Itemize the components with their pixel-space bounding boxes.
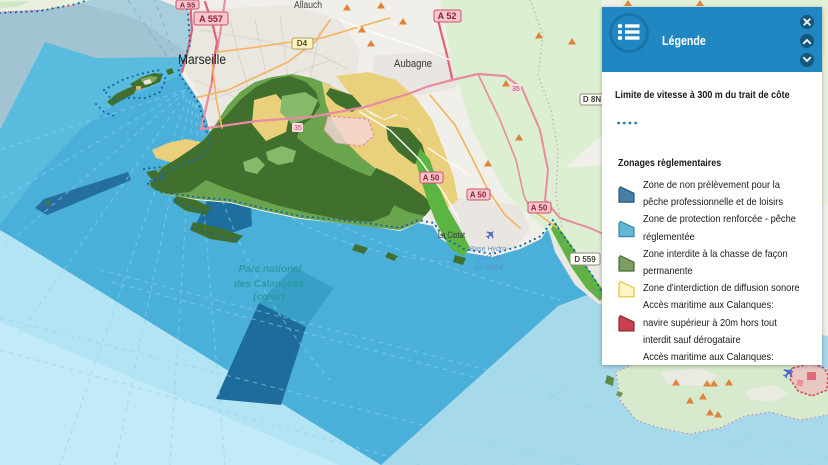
svg-text:Aubagne: Aubagne <box>394 58 432 70</box>
svg-text:A 50: A 50 <box>423 174 440 183</box>
svg-text:35: 35 <box>512 86 520 93</box>
svg-text:ULM de: ULM de <box>477 255 502 262</box>
svg-text:A 55: A 55 <box>180 1 196 10</box>
svg-text:D 559: D 559 <box>574 255 596 264</box>
svg-text:des Calanques: des Calanques <box>234 279 305 290</box>
svg-text:35: 35 <box>294 125 302 132</box>
svg-text:Parc national: Parc national <box>239 264 302 275</box>
svg-text:D 8N: D 8N <box>583 95 601 104</box>
svg-text:A 50: A 50 <box>470 191 487 200</box>
svg-text:D4: D4 <box>297 39 308 48</box>
svg-text:Marseille: Marseille <box>178 52 226 67</box>
svg-text:A 52: A 52 <box>438 11 457 21</box>
svg-text:La Ciotat: La Ciotat <box>475 264 504 271</box>
svg-text:(cœur): (cœur) <box>253 292 285 303</box>
svg-text:A 50: A 50 <box>531 204 548 213</box>
svg-text:Base Hydro-: Base Hydro- <box>470 246 510 253</box>
svg-text:Allauch: Allauch <box>294 0 322 11</box>
svg-text:La Ciotat: La Ciotat <box>438 230 465 240</box>
svg-text:A 557: A 557 <box>199 14 223 24</box>
